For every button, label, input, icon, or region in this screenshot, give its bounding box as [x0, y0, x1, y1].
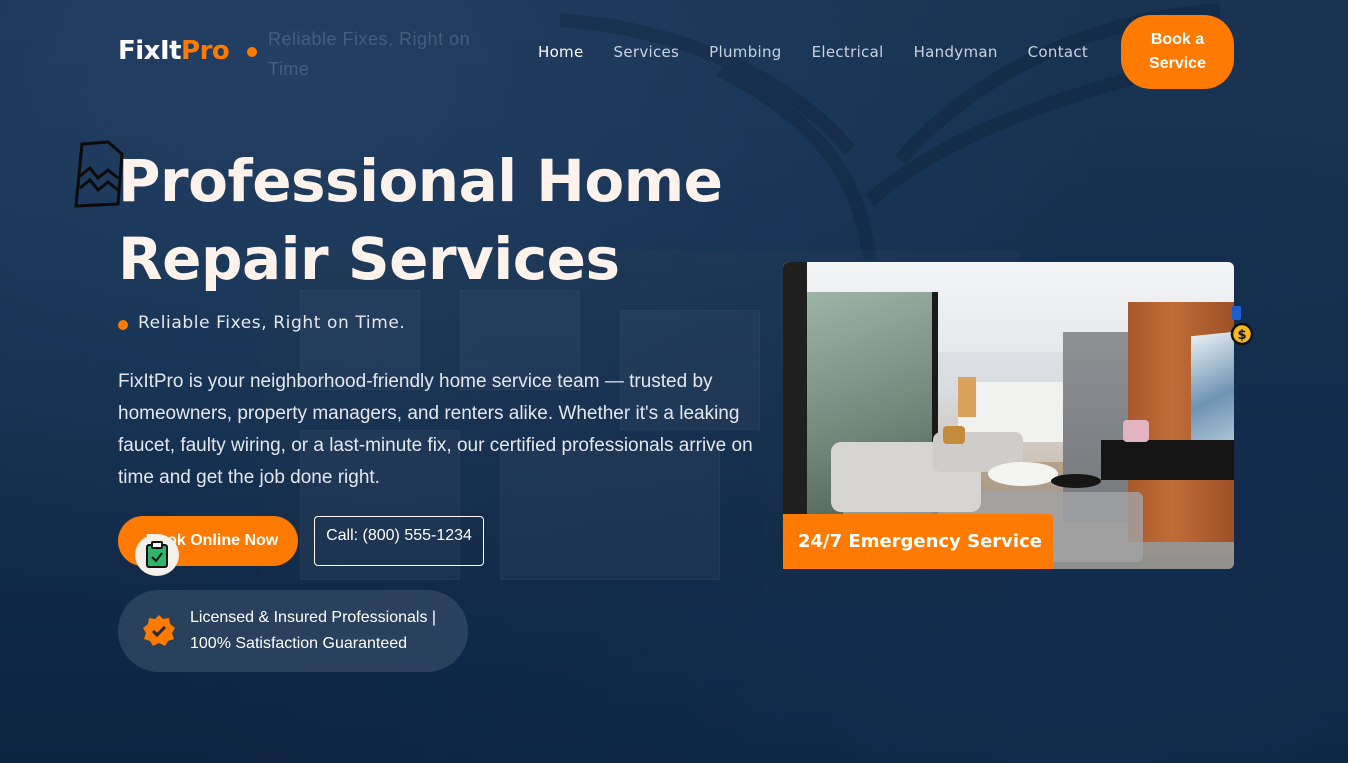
tagline-dot	[118, 320, 128, 330]
clipboard-check-icon	[135, 534, 179, 576]
ghost-tagline: Reliable Fixes, Right on Time	[268, 29, 471, 79]
brand-name-main: FixIt	[118, 36, 182, 66]
call-button[interactable]: Call: (800) 555-1234	[314, 516, 484, 566]
main-nav: Home Services Plumbing Electrical Handym…	[538, 43, 1118, 61]
brand-name-accent: Pro	[181, 36, 230, 66]
nav-item-home[interactable]: Home	[538, 43, 584, 61]
nav-item-handyman[interactable]: Handyman	[914, 43, 998, 61]
description-body: is your neighborhood-friendly home servi…	[118, 371, 753, 488]
description-brand: FixItPro	[118, 371, 184, 392]
trust-banner: Licensed & Insured Professionals | 100% …	[118, 590, 468, 672]
book-service-button[interactable]: Book a Service	[1121, 15, 1234, 89]
logo-dot	[247, 47, 257, 57]
nav-item-electrical[interactable]: Electrical	[812, 43, 884, 61]
nav-item-contact[interactable]: Contact	[1028, 43, 1088, 61]
brand-logo[interactable]: FixItPro	[118, 36, 230, 66]
hero-title: Professional Home Repair Services	[118, 147, 723, 293]
hero-description: FixItPro is your neighborhood-friendly h…	[118, 366, 768, 494]
trust-text: Licensed & Insured Professionals | 100% …	[190, 609, 437, 652]
verified-badge-icon	[143, 615, 175, 646]
nav-item-services[interactable]: Services	[614, 43, 680, 61]
hero-tagline: Reliable Fixes, Right on Time.	[138, 313, 406, 333]
dollar-coin-icon: $	[1230, 306, 1254, 346]
nav-item-plumbing[interactable]: Plumbing	[709, 43, 781, 61]
svg-text:$: $	[1237, 328, 1246, 343]
emergency-badge: 24/7 Emergency Service	[783, 514, 1053, 569]
